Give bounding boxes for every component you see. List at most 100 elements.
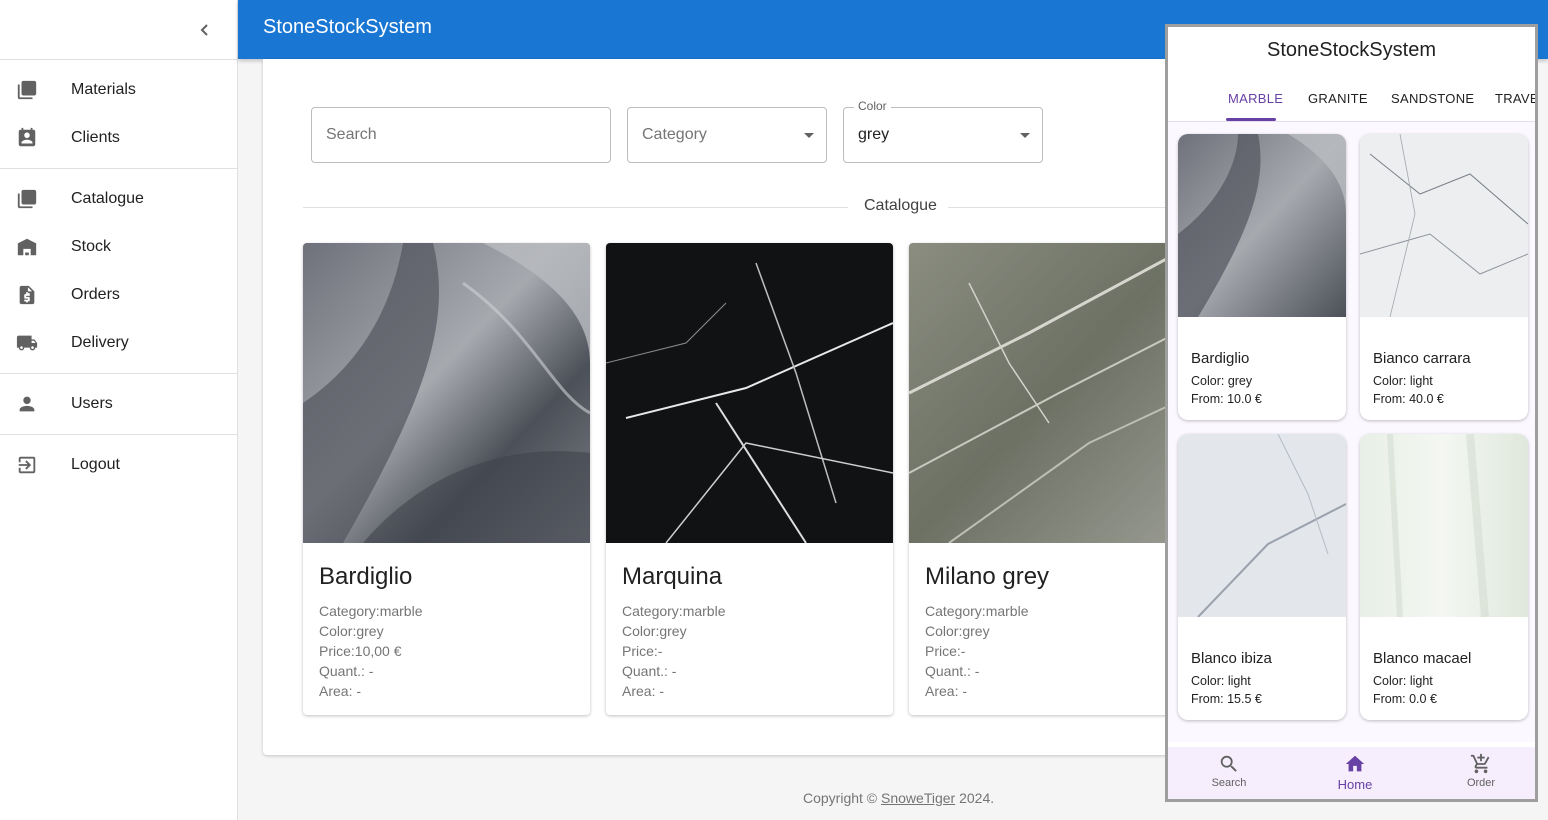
material-image — [909, 243, 1196, 544]
sidebar: Materials Clients Catalogue Stock Orders… — [0, 0, 238, 820]
footer: Copyright © SnoweTiger 2024. — [803, 790, 994, 806]
sidebar-item-label: Users — [71, 395, 113, 412]
material-category: Category:marble — [622, 603, 726, 619]
material-name: Marquina — [622, 563, 723, 590]
sidebar-item-label: Stock — [71, 238, 112, 255]
sidebar-item-label: Clients — [71, 129, 120, 146]
catalogue-heading: Catalogue — [864, 197, 937, 214]
nav-search[interactable]: Search — [1189, 753, 1269, 789]
sidebar-item-label: Orders — [71, 286, 120, 303]
dropdown-arrow-icon — [804, 133, 814, 138]
mobile-material-card[interactable]: Bianco carrara Color: light From: 40.0 € — [1360, 134, 1528, 420]
material-price: From: 10.0 € — [1191, 392, 1262, 406]
nav-group-admin: Users — [0, 374, 237, 435]
invoice-icon — [15, 283, 39, 307]
nav-group-session: Logout — [0, 435, 237, 495]
search-input[interactable]: Search — [311, 107, 611, 163]
mobile-app-title: StoneStockSystem — [1267, 39, 1436, 61]
mobile-material-card[interactable]: Blanco ibiza Color: light From: 15.5 € — [1178, 434, 1346, 720]
material-image — [1360, 434, 1528, 618]
material-color: Color: light — [1373, 374, 1433, 388]
sidebar-item-label: Delivery — [71, 334, 129, 351]
material-price: Price:- — [622, 643, 663, 659]
image-icon — [15, 187, 39, 211]
material-details: Category:marble Color:grey Price:10,00 €… — [319, 601, 423, 701]
catalogue-card[interactable]: Marquina Category:marble Color:grey Pric… — [606, 243, 893, 715]
material-image — [1178, 134, 1346, 317]
mobile-category-tabs: MARBLE GRANITE SANDSTONE TRAVE — [1168, 85, 1535, 122]
tab-granite[interactable]: GRANITE — [1308, 91, 1368, 106]
catalogue-card[interactable]: Bardiglio Category:marble Color:grey Pri… — [303, 243, 590, 715]
category-select[interactable]: Category — [627, 107, 827, 163]
material-quant: Quant.: - — [319, 663, 374, 679]
dropdown-arrow-icon — [1020, 133, 1030, 138]
material-area: Area: - — [319, 683, 362, 699]
app-title: StoneStockSystem — [263, 16, 432, 38]
nav-order[interactable]: Order — [1441, 753, 1521, 789]
material-area: Area: - — [622, 683, 665, 699]
material-details: Category:marble Color:grey Price:- Quant… — [622, 601, 726, 701]
nav-order-label: Order — [1466, 777, 1496, 789]
sidebar-item-stock[interactable]: Stock — [0, 223, 237, 271]
nav-home-label: Home — [1337, 777, 1373, 792]
material-color: Color: light — [1191, 674, 1251, 688]
mobile-material-card[interactable]: Bardiglio Color: grey From: 10.0 € — [1178, 134, 1346, 420]
material-quant: Quant.: - — [925, 663, 980, 679]
sidebar-item-materials[interactable]: Materials — [0, 66, 237, 114]
image-icon — [15, 78, 39, 102]
material-color: Color:grey — [925, 623, 990, 639]
footer-author-link[interactable]: SnoweTiger — [881, 790, 955, 806]
tab-marble[interactable]: MARBLE — [1228, 91, 1283, 106]
material-category: Category:marble — [925, 603, 1029, 619]
truck-icon — [15, 331, 39, 355]
color-value: grey — [858, 126, 890, 143]
tab-travertine[interactable]: TRAVE — [1495, 91, 1535, 106]
mobile-bottom-nav: Search Home Order — [1168, 747, 1535, 799]
mobile-material-card[interactable]: Blanco macael Color: light From: 0.0 € — [1360, 434, 1528, 720]
material-image — [303, 243, 590, 543]
person-icon — [15, 392, 39, 416]
material-price: From: 0.0 € — [1373, 692, 1437, 706]
color-select[interactable]: Color grey — [843, 99, 1043, 163]
sidebar-header — [0, 0, 237, 60]
material-name: Bardiglio — [1191, 350, 1250, 367]
sidebar-item-orders[interactable]: Orders — [0, 271, 237, 319]
material-color: Color:grey — [622, 623, 687, 639]
material-image — [1178, 434, 1346, 618]
logout-icon — [15, 453, 39, 477]
catalogue-panel: Search Category Color grey Catalogue Bar… — [263, 59, 1283, 755]
material-category: Category:marble — [319, 603, 423, 619]
nav-search-label: Search — [1211, 777, 1247, 789]
sidebar-item-label: Materials — [71, 81, 136, 98]
material-price: Price:- — [925, 643, 966, 659]
mobile-preview: StoneStockSystem MARBLE GRANITE SANDSTON… — [1165, 24, 1538, 802]
material-image — [1360, 134, 1528, 318]
material-quant: Quant.: - — [622, 663, 677, 679]
material-details: Category:marble Color:grey Price:- Quant… — [925, 601, 1029, 701]
contact-icon — [15, 126, 39, 150]
material-price: Price:10,00 € — [319, 643, 402, 659]
nav-group-data: Materials Clients — [0, 60, 237, 169]
material-name: Bardiglio — [319, 563, 413, 590]
catalogue-card[interactable]: Milano grey Category:marble Color:grey P… — [909, 243, 1196, 715]
chevron-left-icon[interactable] — [193, 18, 217, 42]
material-price: From: 40.0 € — [1373, 392, 1444, 406]
warehouse-icon — [15, 235, 39, 259]
material-color: Color: grey — [1191, 374, 1253, 388]
footer-prefix: Copyright © — [803, 790, 882, 806]
color-label: Color — [854, 99, 891, 113]
sidebar-item-catalogue[interactable]: Catalogue — [0, 175, 237, 223]
material-area: Area: - — [925, 683, 968, 699]
sidebar-item-label: Catalogue — [71, 190, 144, 207]
sidebar-item-clients[interactable]: Clients — [0, 114, 237, 162]
catalogue-divider: Catalogue — [303, 197, 1283, 217]
tab-indicator — [1226, 118, 1276, 121]
category-placeholder: Category — [642, 126, 707, 143]
nav-home[interactable]: Home — [1315, 753, 1395, 792]
tab-sandstone[interactable]: SANDSTONE — [1391, 91, 1474, 106]
material-image — [606, 243, 893, 544]
sidebar-item-delivery[interactable]: Delivery — [0, 319, 237, 367]
sidebar-item-users[interactable]: Users — [0, 380, 237, 428]
material-name: Bianco carrara — [1373, 350, 1471, 367]
sidebar-item-logout[interactable]: Logout — [0, 441, 237, 489]
